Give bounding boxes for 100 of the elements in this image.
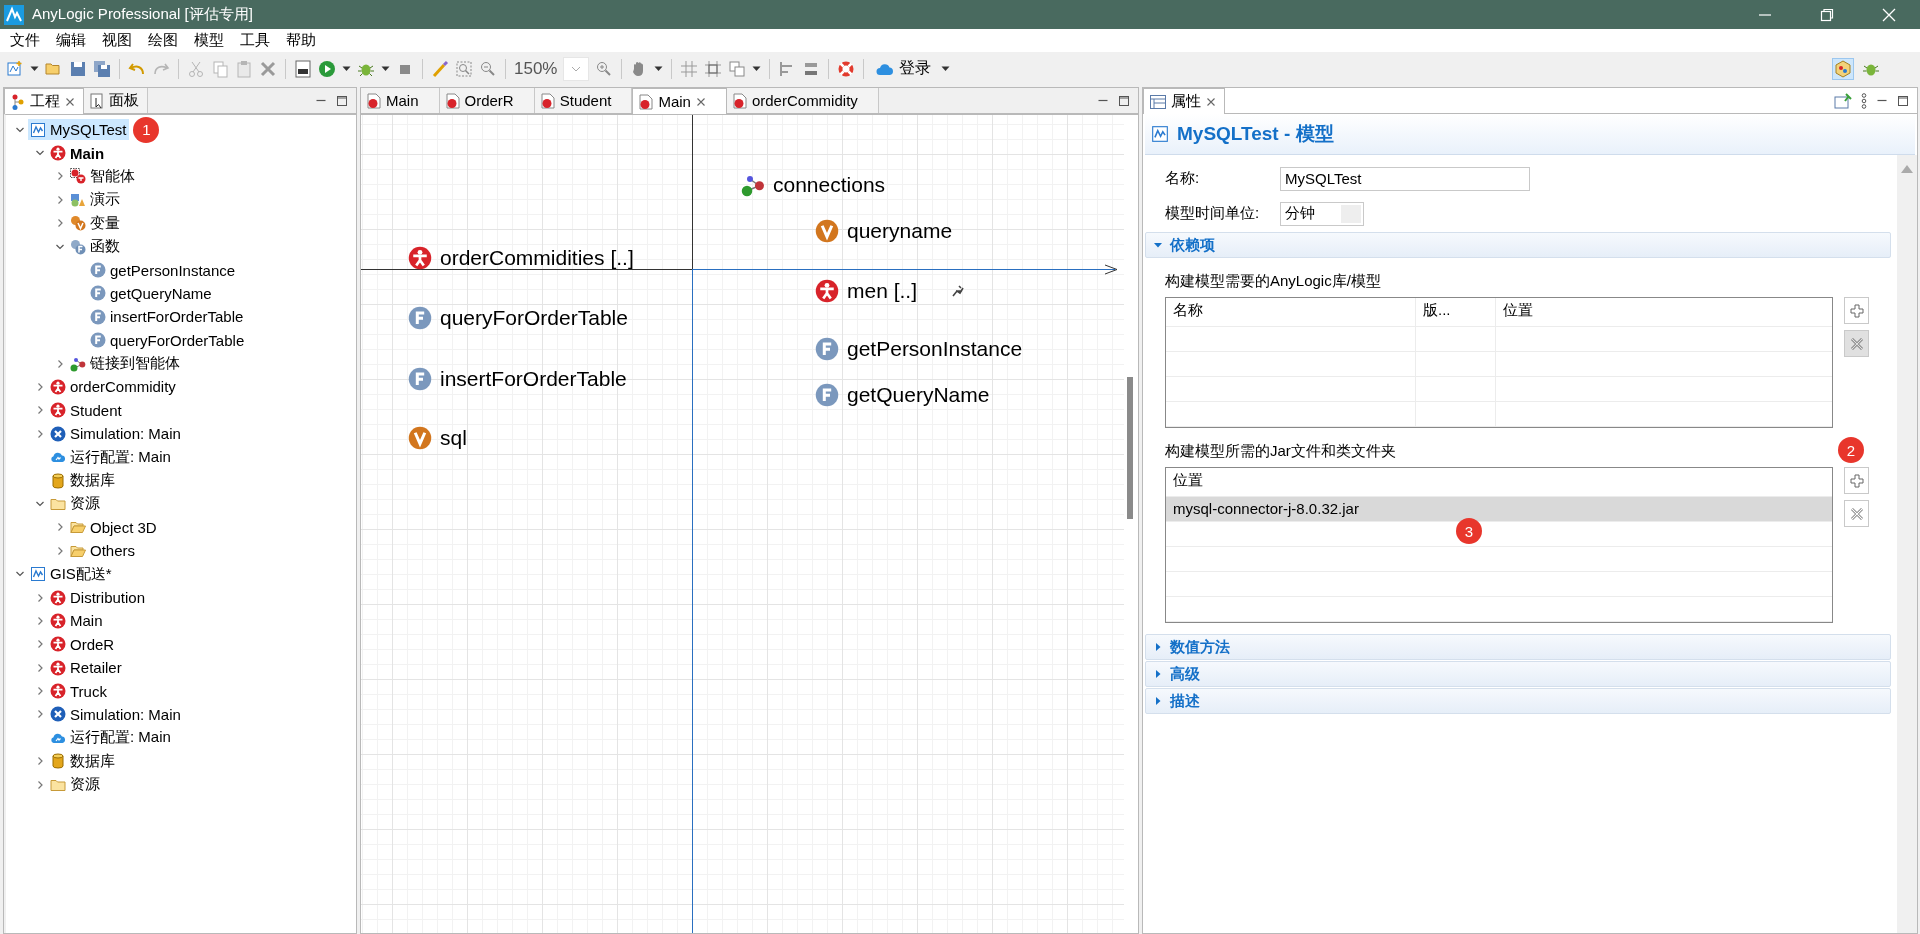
agent-icon: [50, 636, 66, 653]
save-icon[interactable]: [69, 59, 87, 78]
variables-icon: [70, 215, 86, 232]
more-icon[interactable]: [1861, 92, 1867, 109]
tree-item[interactable]: orderCommidity: [48, 376, 179, 398]
column-header: 位置: [1502, 300, 1534, 320]
open-folder-icon: [70, 519, 86, 536]
caret-icon[interactable]: [381, 64, 390, 73]
menu-item[interactable]: 编辑: [48, 31, 94, 50]
lifebuoy-icon[interactable]: [837, 59, 856, 78]
tree-item[interactable]: 演示: [68, 189, 123, 211]
canvas-element-label: connections: [773, 173, 886, 197]
menu-item[interactable]: 工具: [232, 31, 278, 50]
canvas-element-label: sql: [440, 426, 467, 450]
close-icon[interactable]: [1206, 96, 1216, 107]
maximize-icon[interactable]: [1118, 94, 1130, 107]
tree-item[interactable]: Object 3D: [68, 516, 160, 538]
zoom-fit-icon[interactable]: [455, 59, 473, 78]
run-icon[interactable]: [318, 59, 336, 78]
tree-item[interactable]: 数据库: [48, 470, 118, 492]
tree-item[interactable]: getQueryName: [88, 282, 215, 304]
tree-item[interactable]: insertForOrderTable: [88, 306, 247, 328]
tree-item[interactable]: Retailer: [48, 657, 125, 679]
tree-item[interactable]: Others: [68, 540, 138, 562]
caret-down-icon[interactable]: [1154, 241, 1162, 249]
menu-item[interactable]: 视图: [94, 31, 140, 50]
caret-icon[interactable]: [30, 64, 39, 73]
pin-window-icon[interactable]: [1834, 92, 1852, 109]
tree-item[interactable]: MySQLTest: [28, 119, 130, 141]
section-header[interactable]: 依赖项: [1145, 232, 1891, 258]
panel-tab[interactable]: Main: [632, 88, 727, 114]
links-icon: [70, 355, 86, 372]
project-icon: [11, 93, 25, 110]
properties-icon: [1150, 94, 1166, 109]
column-header: 位置: [1172, 470, 1204, 490]
tree-item[interactable]: Main: [48, 142, 108, 164]
model-perspective-icon[interactable]: [1834, 59, 1852, 78]
menu-item[interactable]: 帮助: [278, 31, 324, 50]
field-label: 模型时间单位:: [1165, 204, 1261, 223]
caret-right-icon[interactable]: [1154, 670, 1162, 678]
section-header[interactable]: 高级: [1145, 661, 1891, 687]
build-icon[interactable]: [294, 59, 312, 78]
tree-item[interactable]: 变量: [68, 212, 123, 234]
layers-icon[interactable]: [728, 59, 747, 78]
remove-button[interactable]: [1844, 500, 1869, 527]
group-label: 构建模型所需的Jar文件和类文件夹: [1165, 442, 1396, 461]
tree-item[interactable]: getPersonInstance: [88, 259, 239, 281]
tree-item[interactable]: Student: [48, 399, 125, 421]
zoom-out-icon[interactable]: [479, 59, 497, 78]
restore-icon[interactable]: [1820, 7, 1834, 22]
agent-file-icon: [367, 92, 381, 109]
wand-icon[interactable]: [431, 59, 449, 78]
scrollbar-thumb[interactable]: [1127, 377, 1133, 519]
menu-item[interactable]: 文件: [2, 31, 48, 50]
maximize-icon[interactable]: [1897, 94, 1909, 107]
tree-item[interactable]: Main: [48, 610, 106, 632]
remove-icon: [1849, 506, 1864, 521]
tree-item[interactable]: 资源: [48, 774, 103, 796]
section-header[interactable]: 描述: [1145, 688, 1891, 714]
tree-item[interactable]: Simulation: Main: [48, 423, 184, 445]
tree-item[interactable]: 运行配置: Main: [48, 446, 174, 468]
database-icon: [50, 472, 66, 489]
section-header[interactable]: 数值方法: [1145, 634, 1891, 660]
tree-item[interactable]: queryForOrderTable: [88, 329, 248, 351]
tree-item[interactable]: GIS配送*: [28, 563, 115, 585]
tree-item[interactable]: 链接到智能体: [68, 353, 183, 375]
login-button[interactable]: 登录: [872, 58, 936, 79]
agent-icon: [815, 279, 839, 303]
snap-icon[interactable]: [704, 59, 723, 78]
shapes-icon: [70, 191, 86, 208]
zoom-level: 150%: [514, 58, 559, 79]
menu-item[interactable]: 模型: [186, 31, 232, 50]
caret-right-icon[interactable]: [1154, 697, 1162, 705]
close-icon[interactable]: [65, 96, 75, 107]
tree-item[interactable]: Simulation: Main: [48, 703, 184, 725]
function-icon: [90, 308, 106, 325]
app-logo-icon: [4, 4, 24, 25]
select-field[interactable]: 分钟: [1280, 201, 1364, 226]
tree-item[interactable]: 资源: [48, 493, 103, 515]
caret-right-icon[interactable]: [1154, 643, 1162, 651]
maximize-icon[interactable]: [336, 94, 348, 107]
new-model-icon[interactable]: [6, 59, 24, 78]
panel-tab[interactable]: 属性: [1143, 88, 1225, 114]
tree-item[interactable]: 函数: [68, 236, 123, 258]
tree-item[interactable]: 数据库: [48, 750, 118, 772]
close-icon[interactable]: [695, 96, 706, 107]
tree-item[interactable]: Truck: [48, 680, 110, 702]
caret-icon[interactable]: [342, 64, 351, 73]
panel-tab[interactable]: 工程: [4, 88, 84, 114]
tree-item[interactable]: OrdeR: [48, 633, 118, 655]
caret-icon[interactable]: [752, 64, 762, 73]
delete-icon[interactable]: [259, 59, 277, 78]
caret-icon[interactable]: [654, 64, 664, 73]
tree-item[interactable]: Distribution: [48, 587, 149, 608]
menu-item[interactable]: 绘图: [140, 31, 186, 50]
tree-item[interactable]: 智能体: [68, 165, 138, 187]
caret-icon[interactable]: [941, 64, 951, 73]
save-all-icon[interactable]: [93, 59, 111, 78]
tree-item[interactable]: 运行配置: Main: [48, 727, 174, 749]
text-field[interactable]: MySQLTest: [1280, 166, 1530, 191]
